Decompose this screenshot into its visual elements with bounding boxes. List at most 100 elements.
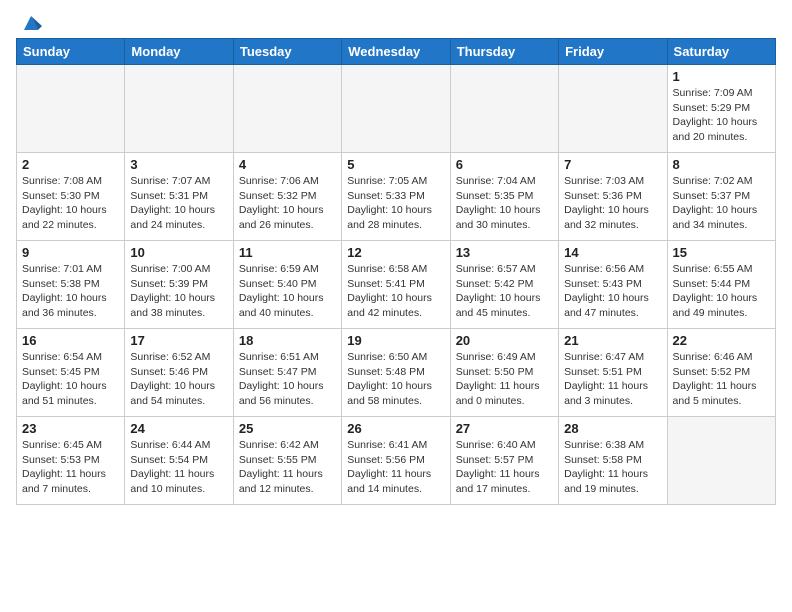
calendar-cell bbox=[667, 417, 775, 505]
day-number: 26 bbox=[347, 421, 444, 436]
day-info: Sunrise: 7:00 AMSunset: 5:39 PMDaylight:… bbox=[130, 262, 227, 321]
day-info: Sunrise: 6:42 AMSunset: 5:55 PMDaylight:… bbox=[239, 438, 336, 497]
day-number: 7 bbox=[564, 157, 661, 172]
day-number: 17 bbox=[130, 333, 227, 348]
calendar-cell bbox=[17, 65, 125, 153]
weekday-thursday: Thursday bbox=[450, 39, 558, 65]
weekday-header-row: SundayMondayTuesdayWednesdayThursdayFrid… bbox=[17, 39, 776, 65]
day-number: 21 bbox=[564, 333, 661, 348]
weekday-tuesday: Tuesday bbox=[233, 39, 341, 65]
day-number: 20 bbox=[456, 333, 553, 348]
calendar-cell: 12 Sunrise: 6:58 AMSunset: 5:41 PMDayligh… bbox=[342, 241, 450, 329]
day-info: Sunrise: 7:03 AMSunset: 5:36 PMDaylight:… bbox=[564, 174, 661, 233]
week-row-3: 16Sunrise: 6:54 AMSunset: 5:45 PMDayligh… bbox=[17, 329, 776, 417]
calendar-cell: 26 Sunrise: 6:41 AMSunset: 5:56 PMDayligh… bbox=[342, 417, 450, 505]
week-row-2: 9 Sunrise: 7:01 AMSunset: 5:38 PMDaylight… bbox=[17, 241, 776, 329]
calendar-cell: 1 Sunrise: 7:09 AMSunset: 5:29 PMDaylight… bbox=[667, 65, 775, 153]
calendar-cell: 17 Sunrise: 6:52 AMSunset: 5:46 PMDayligh… bbox=[125, 329, 233, 417]
day-number: 1 bbox=[673, 69, 770, 84]
day-number: 11 bbox=[239, 245, 336, 260]
calendar-cell: 14 Sunrise: 6:56 AMSunset: 5:43 PMDayligh… bbox=[559, 241, 667, 329]
day-number: 25 bbox=[239, 421, 336, 436]
day-info: Sunrise: 6:46 AMSunset: 5:52 PMDaylight:… bbox=[673, 350, 770, 409]
day-number: 12 bbox=[347, 245, 444, 260]
day-info: Sunrise: 6:40 AMSunset: 5:57 PMDaylight:… bbox=[456, 438, 553, 497]
day-number: 22 bbox=[673, 333, 770, 348]
weekday-saturday: Saturday bbox=[667, 39, 775, 65]
day-number: 14 bbox=[564, 245, 661, 260]
calendar-cell: 13 Sunrise: 6:57 AMSunset: 5:42 PMDayligh… bbox=[450, 241, 558, 329]
calendar-cell: 5 Sunrise: 7:05 AMSunset: 5:33 PMDaylight… bbox=[342, 153, 450, 241]
calendar-cell: 11 Sunrise: 6:59 AMSunset: 5:40 PMDayligh… bbox=[233, 241, 341, 329]
calendar-cell: 28Sunrise: 6:38 AMSunset: 5:58 PMDayligh… bbox=[559, 417, 667, 505]
day-number: 2 bbox=[22, 157, 119, 172]
day-info: Sunrise: 6:57 AMSunset: 5:42 PMDaylight:… bbox=[456, 262, 553, 321]
day-info: Sunrise: 6:52 AMSunset: 5:46 PMDaylight:… bbox=[130, 350, 227, 409]
calendar-table: SundayMondayTuesdayWednesdayThursdayFrid… bbox=[16, 38, 776, 505]
day-info: Sunrise: 6:47 AMSunset: 5:51 PMDaylight:… bbox=[564, 350, 661, 409]
calendar-cell bbox=[125, 65, 233, 153]
day-number: 6 bbox=[456, 157, 553, 172]
week-row-4: 23Sunrise: 6:45 AMSunset: 5:53 PMDayligh… bbox=[17, 417, 776, 505]
calendar-cell: 19Sunrise: 6:50 AMSunset: 5:48 PMDayligh… bbox=[342, 329, 450, 417]
week-row-0: 1 Sunrise: 7:09 AMSunset: 5:29 PMDaylight… bbox=[17, 65, 776, 153]
day-number: 10 bbox=[130, 245, 227, 260]
weekday-wednesday: Wednesday bbox=[342, 39, 450, 65]
day-number: 5 bbox=[347, 157, 444, 172]
day-info: Sunrise: 6:59 AMSunset: 5:40 PMDaylight:… bbox=[239, 262, 336, 321]
calendar-cell: 9 Sunrise: 7:01 AMSunset: 5:38 PMDaylight… bbox=[17, 241, 125, 329]
calendar-cell: 16Sunrise: 6:54 AMSunset: 5:45 PMDayligh… bbox=[17, 329, 125, 417]
day-info: Sunrise: 7:04 AMSunset: 5:35 PMDaylight:… bbox=[456, 174, 553, 233]
day-info: Sunrise: 6:58 AMSunset: 5:41 PMDaylight:… bbox=[347, 262, 444, 321]
calendar-cell: 10 Sunrise: 7:00 AMSunset: 5:39 PMDayligh… bbox=[125, 241, 233, 329]
calendar-cell: 4 Sunrise: 7:06 AMSunset: 5:32 PMDaylight… bbox=[233, 153, 341, 241]
day-number: 8 bbox=[673, 157, 770, 172]
day-number: 16 bbox=[22, 333, 119, 348]
calendar-cell: 3 Sunrise: 7:07 AMSunset: 5:31 PMDaylight… bbox=[125, 153, 233, 241]
calendar-cell: 24 Sunrise: 6:44 AMSunset: 5:54 PMDayligh… bbox=[125, 417, 233, 505]
day-info: Sunrise: 7:02 AMSunset: 5:37 PMDaylight:… bbox=[673, 174, 770, 233]
day-info: Sunrise: 6:38 AMSunset: 5:58 PMDaylight:… bbox=[564, 438, 661, 497]
day-info: Sunrise: 6:55 AMSunset: 5:44 PMDaylight:… bbox=[673, 262, 770, 321]
weekday-sunday: Sunday bbox=[17, 39, 125, 65]
day-number: 23 bbox=[22, 421, 119, 436]
calendar-cell: 2 Sunrise: 7:08 AMSunset: 5:30 PMDaylight… bbox=[17, 153, 125, 241]
day-info: Sunrise: 6:41 AMSunset: 5:56 PMDaylight:… bbox=[347, 438, 444, 497]
day-number: 18 bbox=[239, 333, 336, 348]
day-info: Sunrise: 7:05 AMSunset: 5:33 PMDaylight:… bbox=[347, 174, 444, 233]
day-number: 13 bbox=[456, 245, 553, 260]
day-number: 19 bbox=[347, 333, 444, 348]
day-info: Sunrise: 6:56 AMSunset: 5:43 PMDaylight:… bbox=[564, 262, 661, 321]
calendar-cell: 7 Sunrise: 7:03 AMSunset: 5:36 PMDaylight… bbox=[559, 153, 667, 241]
day-info: Sunrise: 7:09 AMSunset: 5:29 PMDaylight:… bbox=[673, 86, 770, 145]
calendar-cell bbox=[450, 65, 558, 153]
calendar-cell: 18 Sunrise: 6:51 AMSunset: 5:47 PMDayligh… bbox=[233, 329, 341, 417]
day-number: 3 bbox=[130, 157, 227, 172]
day-number: 15 bbox=[673, 245, 770, 260]
header bbox=[16, 10, 776, 34]
calendar-cell: 15 Sunrise: 6:55 AMSunset: 5:44 PMDayligh… bbox=[667, 241, 775, 329]
calendar-cell: 20 Sunrise: 6:49 AMSunset: 5:50 PMDayligh… bbox=[450, 329, 558, 417]
day-number: 24 bbox=[130, 421, 227, 436]
logo-icon bbox=[20, 12, 42, 34]
calendar-cell: 8 Sunrise: 7:02 AMSunset: 5:37 PMDaylight… bbox=[667, 153, 775, 241]
day-info: Sunrise: 6:51 AMSunset: 5:47 PMDaylight:… bbox=[239, 350, 336, 409]
day-number: 4 bbox=[239, 157, 336, 172]
day-number: 9 bbox=[22, 245, 119, 260]
day-info: Sunrise: 7:08 AMSunset: 5:30 PMDaylight:… bbox=[22, 174, 119, 233]
calendar-cell: 6 Sunrise: 7:04 AMSunset: 5:35 PMDaylight… bbox=[450, 153, 558, 241]
page: SundayMondayTuesdayWednesdayThursdayFrid… bbox=[0, 0, 792, 515]
calendar-cell bbox=[342, 65, 450, 153]
calendar-cell: 23Sunrise: 6:45 AMSunset: 5:53 PMDayligh… bbox=[17, 417, 125, 505]
calendar-cell: 22 Sunrise: 6:46 AMSunset: 5:52 PMDayligh… bbox=[667, 329, 775, 417]
day-info: Sunrise: 6:44 AMSunset: 5:54 PMDaylight:… bbox=[130, 438, 227, 497]
weekday-friday: Friday bbox=[559, 39, 667, 65]
calendar-cell: 27Sunrise: 6:40 AMSunset: 5:57 PMDayligh… bbox=[450, 417, 558, 505]
day-info: Sunrise: 6:49 AMSunset: 5:50 PMDaylight:… bbox=[456, 350, 553, 409]
day-info: Sunrise: 7:07 AMSunset: 5:31 PMDaylight:… bbox=[130, 174, 227, 233]
week-row-1: 2 Sunrise: 7:08 AMSunset: 5:30 PMDaylight… bbox=[17, 153, 776, 241]
calendar-cell: 25 Sunrise: 6:42 AMSunset: 5:55 PMDayligh… bbox=[233, 417, 341, 505]
calendar-cell bbox=[559, 65, 667, 153]
day-info: Sunrise: 7:01 AMSunset: 5:38 PMDaylight:… bbox=[22, 262, 119, 321]
day-info: Sunrise: 7:06 AMSunset: 5:32 PMDaylight:… bbox=[239, 174, 336, 233]
